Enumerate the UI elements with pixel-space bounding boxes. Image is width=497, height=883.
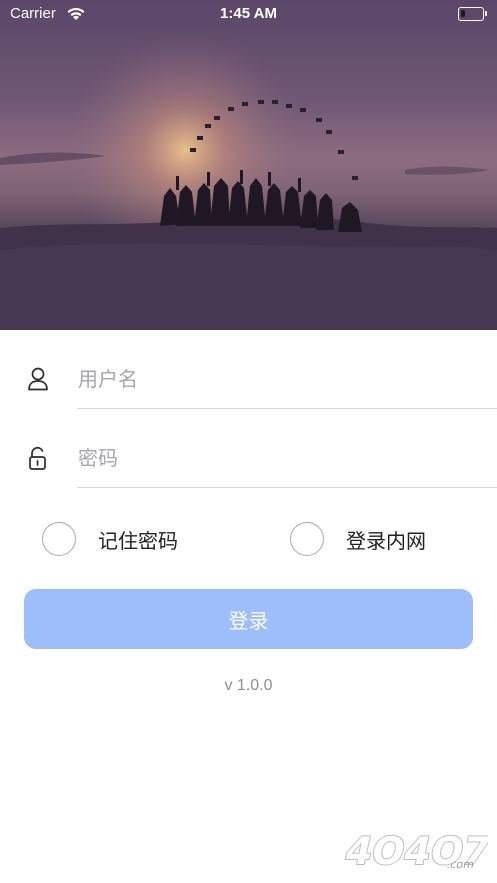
- hero-illustration: [0, 0, 497, 330]
- username-divider: [77, 408, 497, 409]
- password-row: [0, 428, 497, 488]
- battery-icon: [458, 7, 487, 21]
- remember-password-radio[interactable]: [42, 522, 76, 556]
- person-icon: [27, 367, 49, 395]
- remember-password-label: 记住密码: [98, 528, 178, 553]
- username-row: [0, 349, 497, 409]
- password-input[interactable]: [78, 441, 478, 475]
- status-bar: Carrier 1:45 AM: [0, 0, 497, 28]
- intranet-login-label: 登录内网: [346, 528, 426, 553]
- remember-password-option[interactable]: 记住密码: [42, 521, 178, 557]
- password-divider: [77, 487, 497, 488]
- intranet-login-radio[interactable]: [290, 522, 324, 556]
- battery-level: [461, 10, 465, 17]
- status-time: 1:45 AM: [220, 5, 277, 22]
- site-watermark-logo: 4O4O7 .com: [338, 822, 495, 878]
- lock-icon: [27, 446, 49, 476]
- username-input[interactable]: [78, 362, 478, 396]
- login-button[interactable]: 登录: [24, 589, 473, 649]
- intranet-login-option[interactable]: 登录内网: [290, 521, 426, 557]
- svg-text:.com: .com: [446, 858, 476, 871]
- version-label: v 1.0.0: [224, 677, 273, 694]
- hero-image: Carrier 1:45 AM: [0, 0, 497, 330]
